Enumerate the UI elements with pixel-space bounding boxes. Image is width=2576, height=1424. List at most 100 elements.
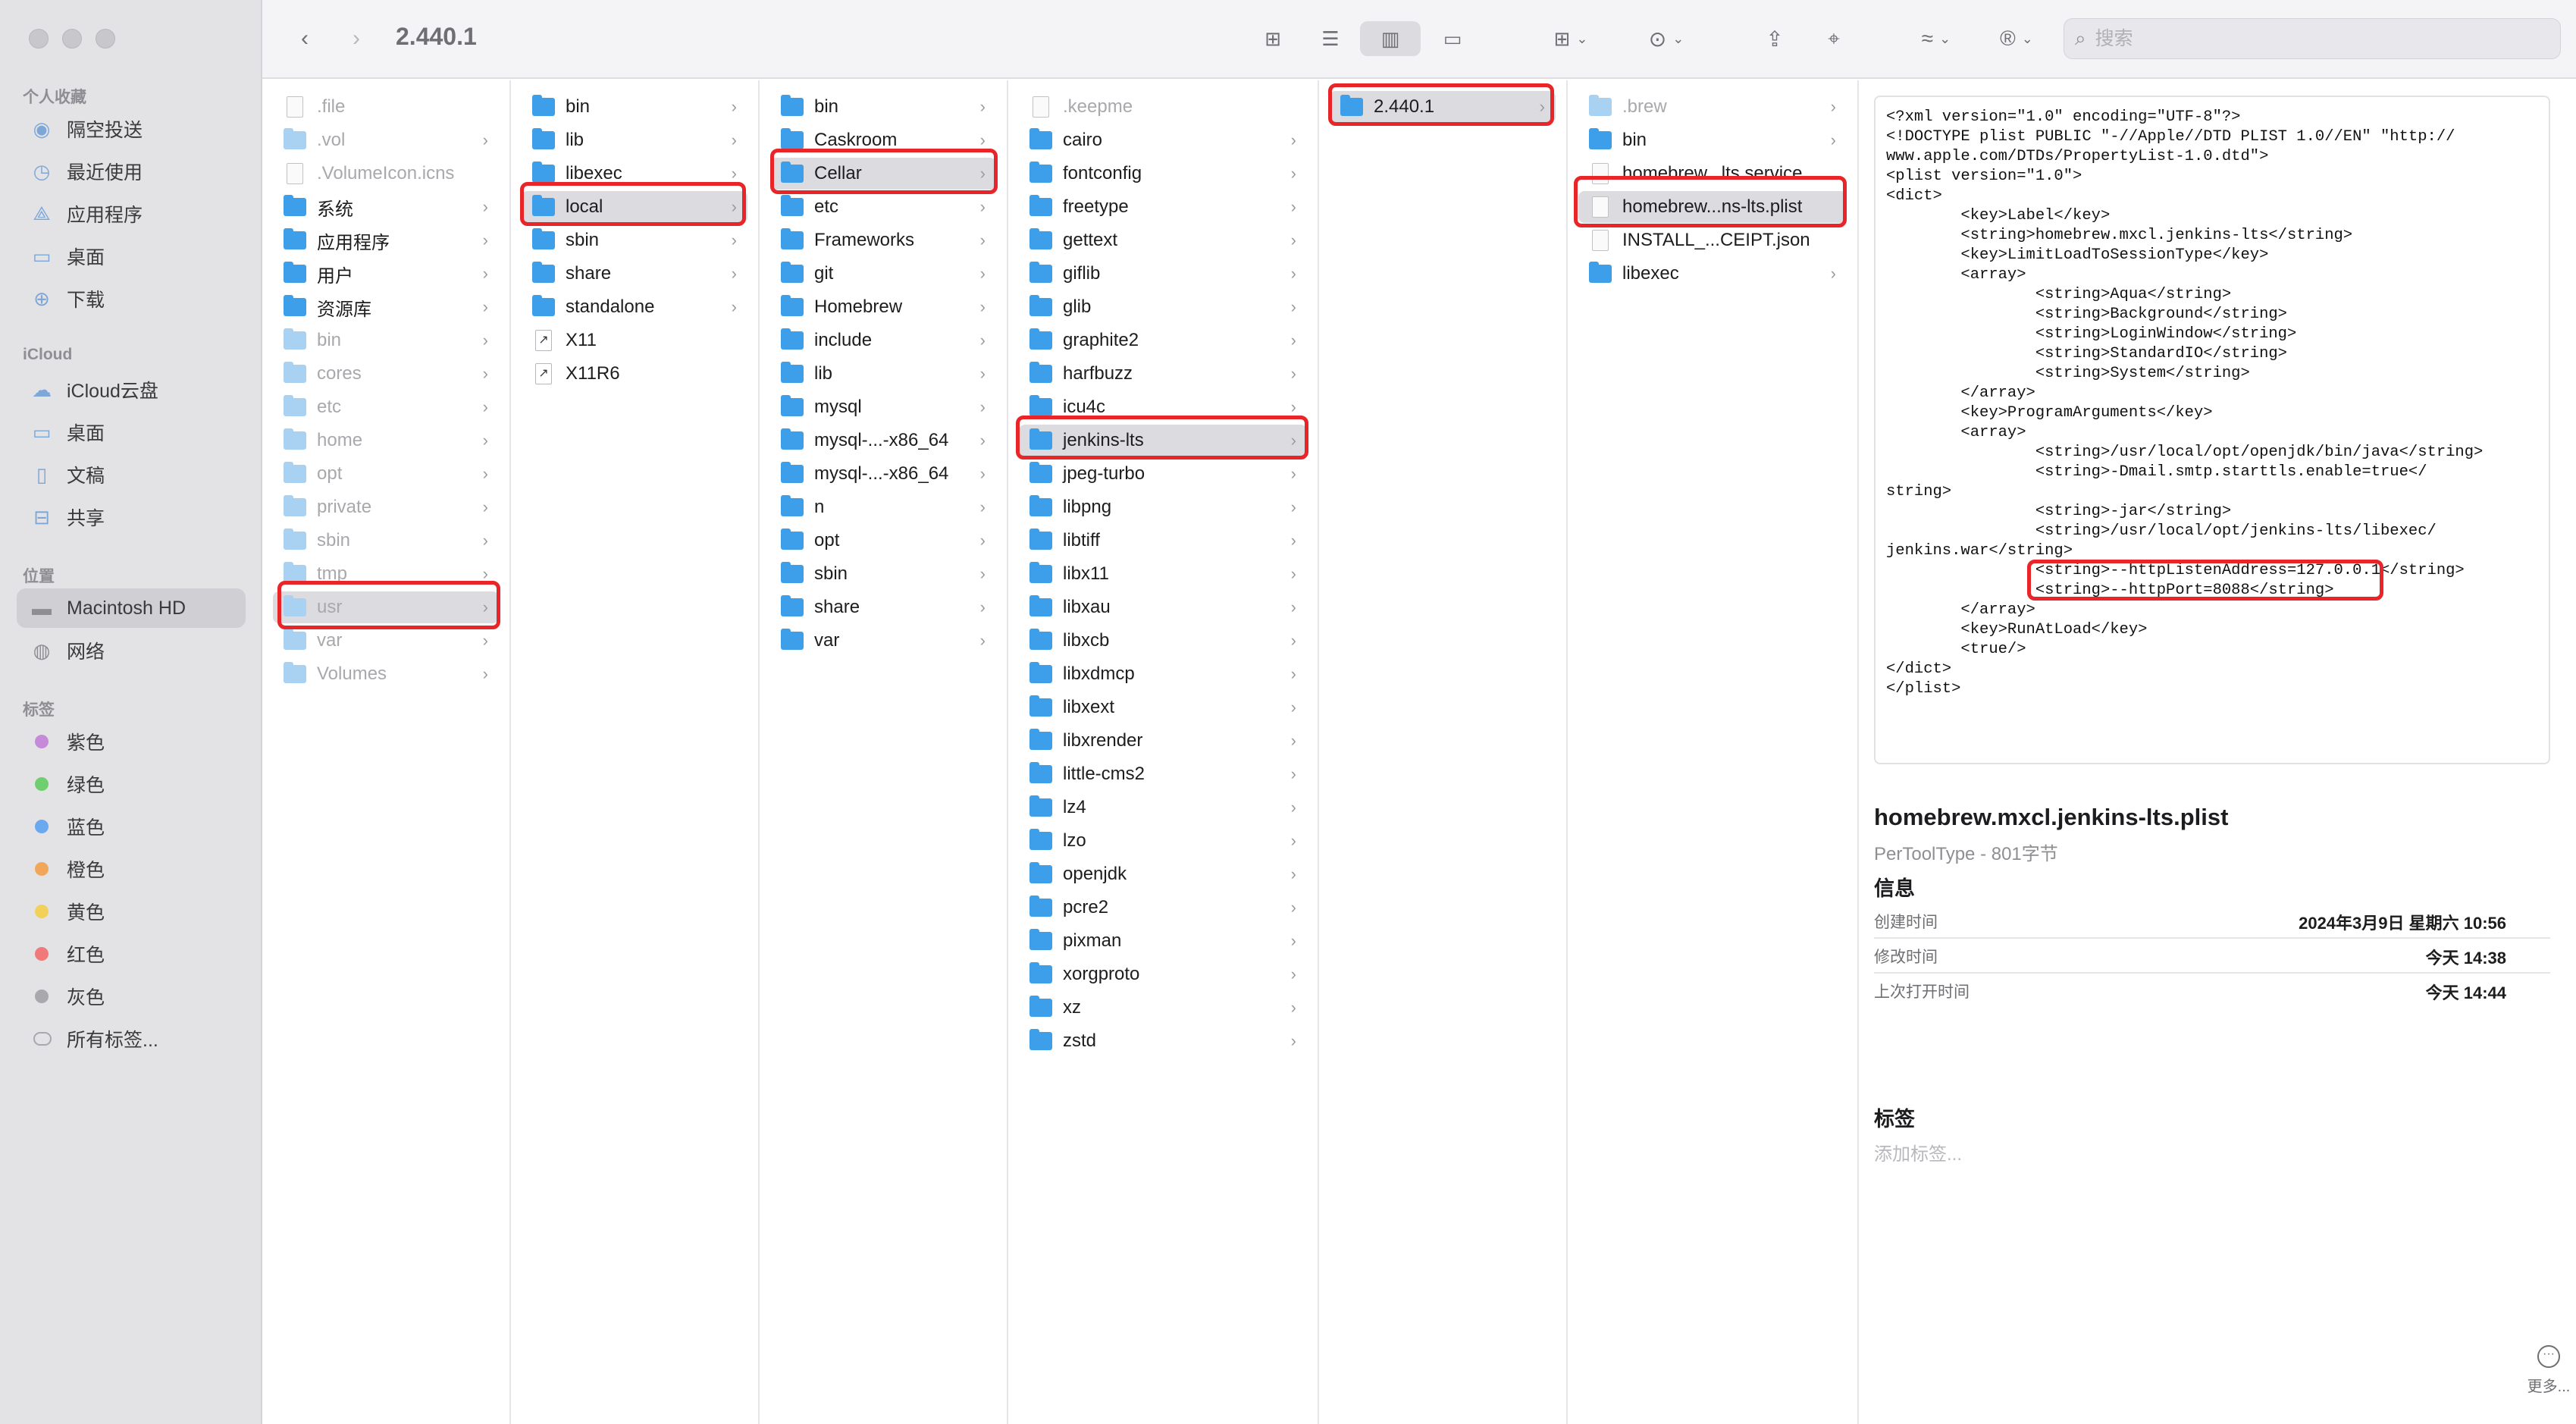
file-content-preview[interactable]: <?xml version="1.0" encoding="UTF-8"?> <… xyxy=(1874,96,2550,764)
folder-row[interactable]: libxext › xyxy=(1019,692,1307,723)
folder-row[interactable]: glib › xyxy=(1019,291,1307,323)
folder-row[interactable]: fontconfig › xyxy=(1019,158,1307,190)
folder-row[interactable]: Caskroom › xyxy=(770,124,996,156)
sidebar-tag-item[interactable]: 蓝色 xyxy=(17,807,246,846)
file-row[interactable]: homebrew...ns-lts.plist xyxy=(1578,191,1847,223)
close-window-button[interactable] xyxy=(29,29,49,49)
action-menu-button[interactable]: ⊙ ⌄ xyxy=(1634,21,1698,56)
folder-row[interactable]: xz › xyxy=(1019,992,1307,1024)
group-button[interactable]: ⊞ ⌄ xyxy=(1539,21,1603,56)
folder-row[interactable]: usr › xyxy=(273,591,499,623)
folder-row[interactable]: mysql › xyxy=(770,391,996,423)
folder-row[interactable]: little-cms2 › xyxy=(1019,758,1307,790)
forward-button[interactable]: › xyxy=(341,21,371,56)
sidebar-tag-item[interactable]: 橙色 xyxy=(17,849,246,889)
folder-row[interactable]: libpng › xyxy=(1019,491,1307,523)
folder-row[interactable]: .brew › xyxy=(1578,91,1847,123)
folder-row[interactable]: sbin › xyxy=(522,224,747,256)
folder-row[interactable]: var › xyxy=(770,625,996,657)
file-row[interactable]: ↗ X11 xyxy=(522,325,747,356)
file-row[interactable]: ↗ X11R6 xyxy=(522,358,747,390)
sidebar-item-desktop[interactable]: ▭ 桌面 xyxy=(17,237,246,276)
sidebar-item-downloads[interactable]: ⊕ 下载 xyxy=(17,279,246,318)
sidebar-item-documents[interactable]: ▯ 文稿 xyxy=(17,455,246,494)
folder-row[interactable]: Frameworks › xyxy=(770,224,996,256)
folder-row[interactable]: Homebrew › xyxy=(770,291,996,323)
sidebar-item-icloud-drive[interactable]: ☁ iCloud云盘 xyxy=(17,370,246,409)
folder-row[interactable]: lz4 › xyxy=(1019,792,1307,823)
sidebar-item-recents[interactable]: ◷ 最近使用 xyxy=(17,152,246,191)
folder-row[interactable]: home › xyxy=(273,425,499,456)
folder-row[interactable]: giflib › xyxy=(1019,258,1307,290)
folder-row[interactable]: Volumes › xyxy=(273,658,499,690)
folder-row[interactable]: libtiff › xyxy=(1019,525,1307,557)
folder-row[interactable]: pcre2 › xyxy=(1019,892,1307,924)
gallery-view-button[interactable]: ▭ xyxy=(1430,21,1475,56)
minimize-window-button[interactable] xyxy=(62,29,82,49)
sidebar-tag-item[interactable]: 紫色 xyxy=(17,722,246,761)
folder-row[interactable]: cairo › xyxy=(1019,124,1307,156)
zoom-window-button[interactable] xyxy=(96,29,115,49)
folder-row[interactable]: bin › xyxy=(522,91,747,123)
folder-row[interactable]: n › xyxy=(770,491,996,523)
sidebar-item-icloud-desktop[interactable]: ▭ 桌面 xyxy=(17,412,246,452)
registered-menu-button[interactable]: ® ⌄ xyxy=(1985,21,2048,56)
folder-row[interactable]: jpeg-turbo › xyxy=(1019,458,1307,490)
folder-row[interactable]: graphite2 › xyxy=(1019,325,1307,356)
column-view-button[interactable]: ▥ xyxy=(1360,21,1421,56)
folder-row[interactable]: private › xyxy=(273,491,499,523)
folder-row[interactable]: 应用程序 › xyxy=(273,224,499,256)
folder-row[interactable]: icu4c › xyxy=(1019,391,1307,423)
file-row[interactable]: INSTALL_...CEIPT.json xyxy=(1578,224,1847,256)
folder-row[interactable]: opt › xyxy=(273,458,499,490)
back-button[interactable]: ‹ xyxy=(290,21,320,56)
folder-row[interactable]: standalone › xyxy=(522,291,747,323)
folder-row[interactable]: mysql-...-x86_64 › xyxy=(770,425,996,456)
folder-row[interactable]: freetype › xyxy=(1019,191,1307,223)
folder-row[interactable]: libxcb › xyxy=(1019,625,1307,657)
folder-row[interactable]: 系统 › xyxy=(273,191,499,223)
folder-row[interactable]: git › xyxy=(770,258,996,290)
sidebar-tag-item[interactable]: 绿色 xyxy=(17,764,246,804)
sidebar-tag-item[interactable]: 所有标签... xyxy=(17,1019,246,1059)
sidebar-item-applications[interactable]: ⟁ 应用程序 xyxy=(17,194,246,234)
folder-row[interactable]: xorgproto › xyxy=(1019,958,1307,990)
sidebar-tag-item[interactable]: 黄色 xyxy=(17,892,246,931)
folder-row[interactable]: cores › xyxy=(273,358,499,390)
share-button[interactable]: ⇪ xyxy=(1757,21,1792,56)
folder-row[interactable]: jenkins-lts › xyxy=(1019,425,1307,456)
folder-row[interactable]: include › xyxy=(770,325,996,356)
sidebar-item-macintosh-hd[interactable]: ▬ Macintosh HD xyxy=(17,588,246,628)
folder-row[interactable]: libxdmcp › xyxy=(1019,658,1307,690)
folder-row[interactable]: libexec › xyxy=(1578,258,1847,290)
folder-row[interactable]: Cellar › xyxy=(770,158,996,190)
folder-row[interactable]: opt › xyxy=(770,525,996,557)
folder-row[interactable]: local › xyxy=(522,191,747,223)
folder-row[interactable]: bin › xyxy=(273,325,499,356)
folder-row[interactable]: sbin › xyxy=(770,558,996,590)
sidebar-item-network[interactable]: ◍ 网络 xyxy=(17,631,246,670)
search-input[interactable] xyxy=(2095,27,2535,50)
folder-row[interactable]: libexec › xyxy=(522,158,747,190)
search-field[interactable]: ⌕ xyxy=(2064,18,2561,59)
folder-row[interactable]: lib › xyxy=(522,124,747,156)
folder-row[interactable]: harfbuzz › xyxy=(1019,358,1307,390)
folder-row[interactable]: bin › xyxy=(1578,124,1847,156)
list-view-button[interactable]: ☰ xyxy=(1313,21,1348,56)
sidebar-tag-item[interactable]: 灰色 xyxy=(17,977,246,1016)
folder-row[interactable]: sbin › xyxy=(273,525,499,557)
folder-row[interactable]: 用户 › xyxy=(273,258,499,290)
folder-row[interactable]: mysql-...-x86_64 › xyxy=(770,458,996,490)
add-tag-field[interactable]: 添加标签... xyxy=(1874,1139,1962,1165)
file-row[interactable]: homebrew...lts.service xyxy=(1578,158,1847,190)
folder-row[interactable]: openjdk › xyxy=(1019,858,1307,890)
folder-row[interactable]: etc › xyxy=(273,391,499,423)
folder-row[interactable]: 资源库 › xyxy=(273,291,499,323)
folder-row[interactable]: share › xyxy=(770,591,996,623)
folder-row[interactable]: tmp › xyxy=(273,558,499,590)
folder-row[interactable]: share › xyxy=(522,258,747,290)
extension-button[interactable]: ≈ ⌄ xyxy=(1904,21,1968,56)
tag-button[interactable]: ⌖ xyxy=(1816,21,1851,56)
folder-row[interactable]: lib › xyxy=(770,358,996,390)
folder-row[interactable]: libxrender › xyxy=(1019,725,1307,757)
